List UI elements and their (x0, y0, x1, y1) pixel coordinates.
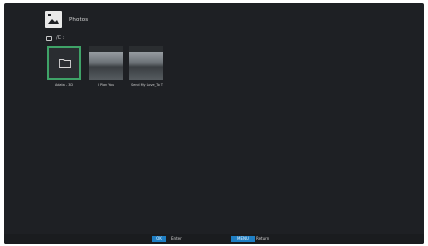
ok-key-badge[interactable]: OK (152, 236, 166, 242)
photo-thumbnail[interactable] (129, 46, 163, 80)
enter-hint-label: Enter (171, 236, 182, 241)
item-caption: Send My Love_To T (130, 83, 164, 87)
return-hint-label: Return (256, 236, 270, 241)
media-browser-screen: Photos /C : Adata - 3D I Plan You Send M… (4, 3, 424, 244)
photo-letterbox (129, 46, 163, 52)
page-title: Photos (69, 17, 89, 23)
folder-item-selected[interactable] (47, 46, 81, 80)
item-caption: I Plan You (97, 83, 115, 87)
photos-icon (45, 11, 62, 28)
menu-key-badge[interactable]: MENU (231, 236, 255, 242)
photo-thumbnail[interactable] (89, 46, 123, 80)
footer-hint-bar: OK Enter MENU Return (4, 234, 424, 244)
drive-icon (46, 35, 52, 41)
path-text: /C : (56, 35, 65, 41)
breadcrumb: /C : (46, 34, 64, 42)
photo-letterbox (89, 46, 123, 52)
item-caption: Adata - 3D (54, 83, 74, 87)
folder-icon (59, 59, 71, 68)
